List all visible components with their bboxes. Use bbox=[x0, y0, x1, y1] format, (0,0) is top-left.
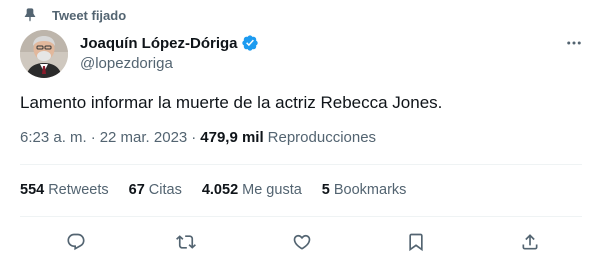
retweets-count: 554 bbox=[20, 182, 45, 198]
author-handle[interactable]: @lopezdoriga bbox=[80, 55, 173, 72]
quotes-label: Citas bbox=[148, 182, 182, 198]
views-count: 479,9 mil bbox=[200, 129, 264, 146]
bookmarks-label: Bookmarks bbox=[333, 182, 407, 198]
likes-label: Me gusta bbox=[242, 182, 302, 198]
more-options-icon[interactable] bbox=[564, 33, 584, 53]
retweets-stat[interactable]: 554 Retweets bbox=[20, 182, 109, 198]
retweet-icon[interactable] bbox=[175, 231, 197, 253]
quotes-count: 67 bbox=[128, 182, 145, 198]
quotes-stat[interactable]: 67 Citas bbox=[129, 182, 182, 198]
author-name-row[interactable]: Joaquín López-Dóriga bbox=[80, 34, 259, 52]
divider bbox=[20, 216, 582, 217]
divider bbox=[20, 164, 582, 165]
like-icon[interactable] bbox=[291, 231, 313, 253]
bookmarks-stat[interactable]: 5 Bookmarks bbox=[322, 182, 407, 198]
share-icon[interactable] bbox=[519, 231, 541, 253]
tweet-time[interactable]: 6:23 a. m. bbox=[20, 129, 87, 146]
bookmarks-count: 5 bbox=[321, 182, 330, 198]
meta-separator: · bbox=[191, 129, 197, 146]
pin-icon bbox=[22, 7, 38, 23]
reply-icon[interactable] bbox=[65, 231, 87, 253]
likes-count: 4.052 bbox=[201, 182, 239, 198]
verified-badge-icon bbox=[241, 34, 259, 52]
tweet-metadata: 6:23 a. m. · 22 mar. 2023 · 479,9 mil Re… bbox=[20, 129, 376, 146]
engagement-stats: 554 Retweets 67 Citas 4.052 Me gusta 5 B… bbox=[20, 182, 426, 198]
pinned-label: Tweet fijado bbox=[52, 7, 127, 23]
bookmark-icon[interactable] bbox=[405, 231, 427, 253]
likes-stat[interactable]: 4.052 Me gusta bbox=[202, 182, 302, 198]
tweet-text: Lamento informar la muerte de la actriz … bbox=[20, 93, 443, 112]
author-display-name[interactable]: Joaquín López-Dóriga bbox=[80, 35, 238, 52]
tweet-date[interactable]: 22 mar. 2023 bbox=[100, 129, 188, 146]
avatar[interactable] bbox=[20, 30, 68, 78]
meta-separator: · bbox=[90, 129, 96, 146]
views-label: Reproducciones bbox=[267, 129, 377, 146]
pinned-tweet-header: Tweet fijado bbox=[20, 6, 126, 24]
retweets-label: Retweets bbox=[48, 182, 109, 198]
